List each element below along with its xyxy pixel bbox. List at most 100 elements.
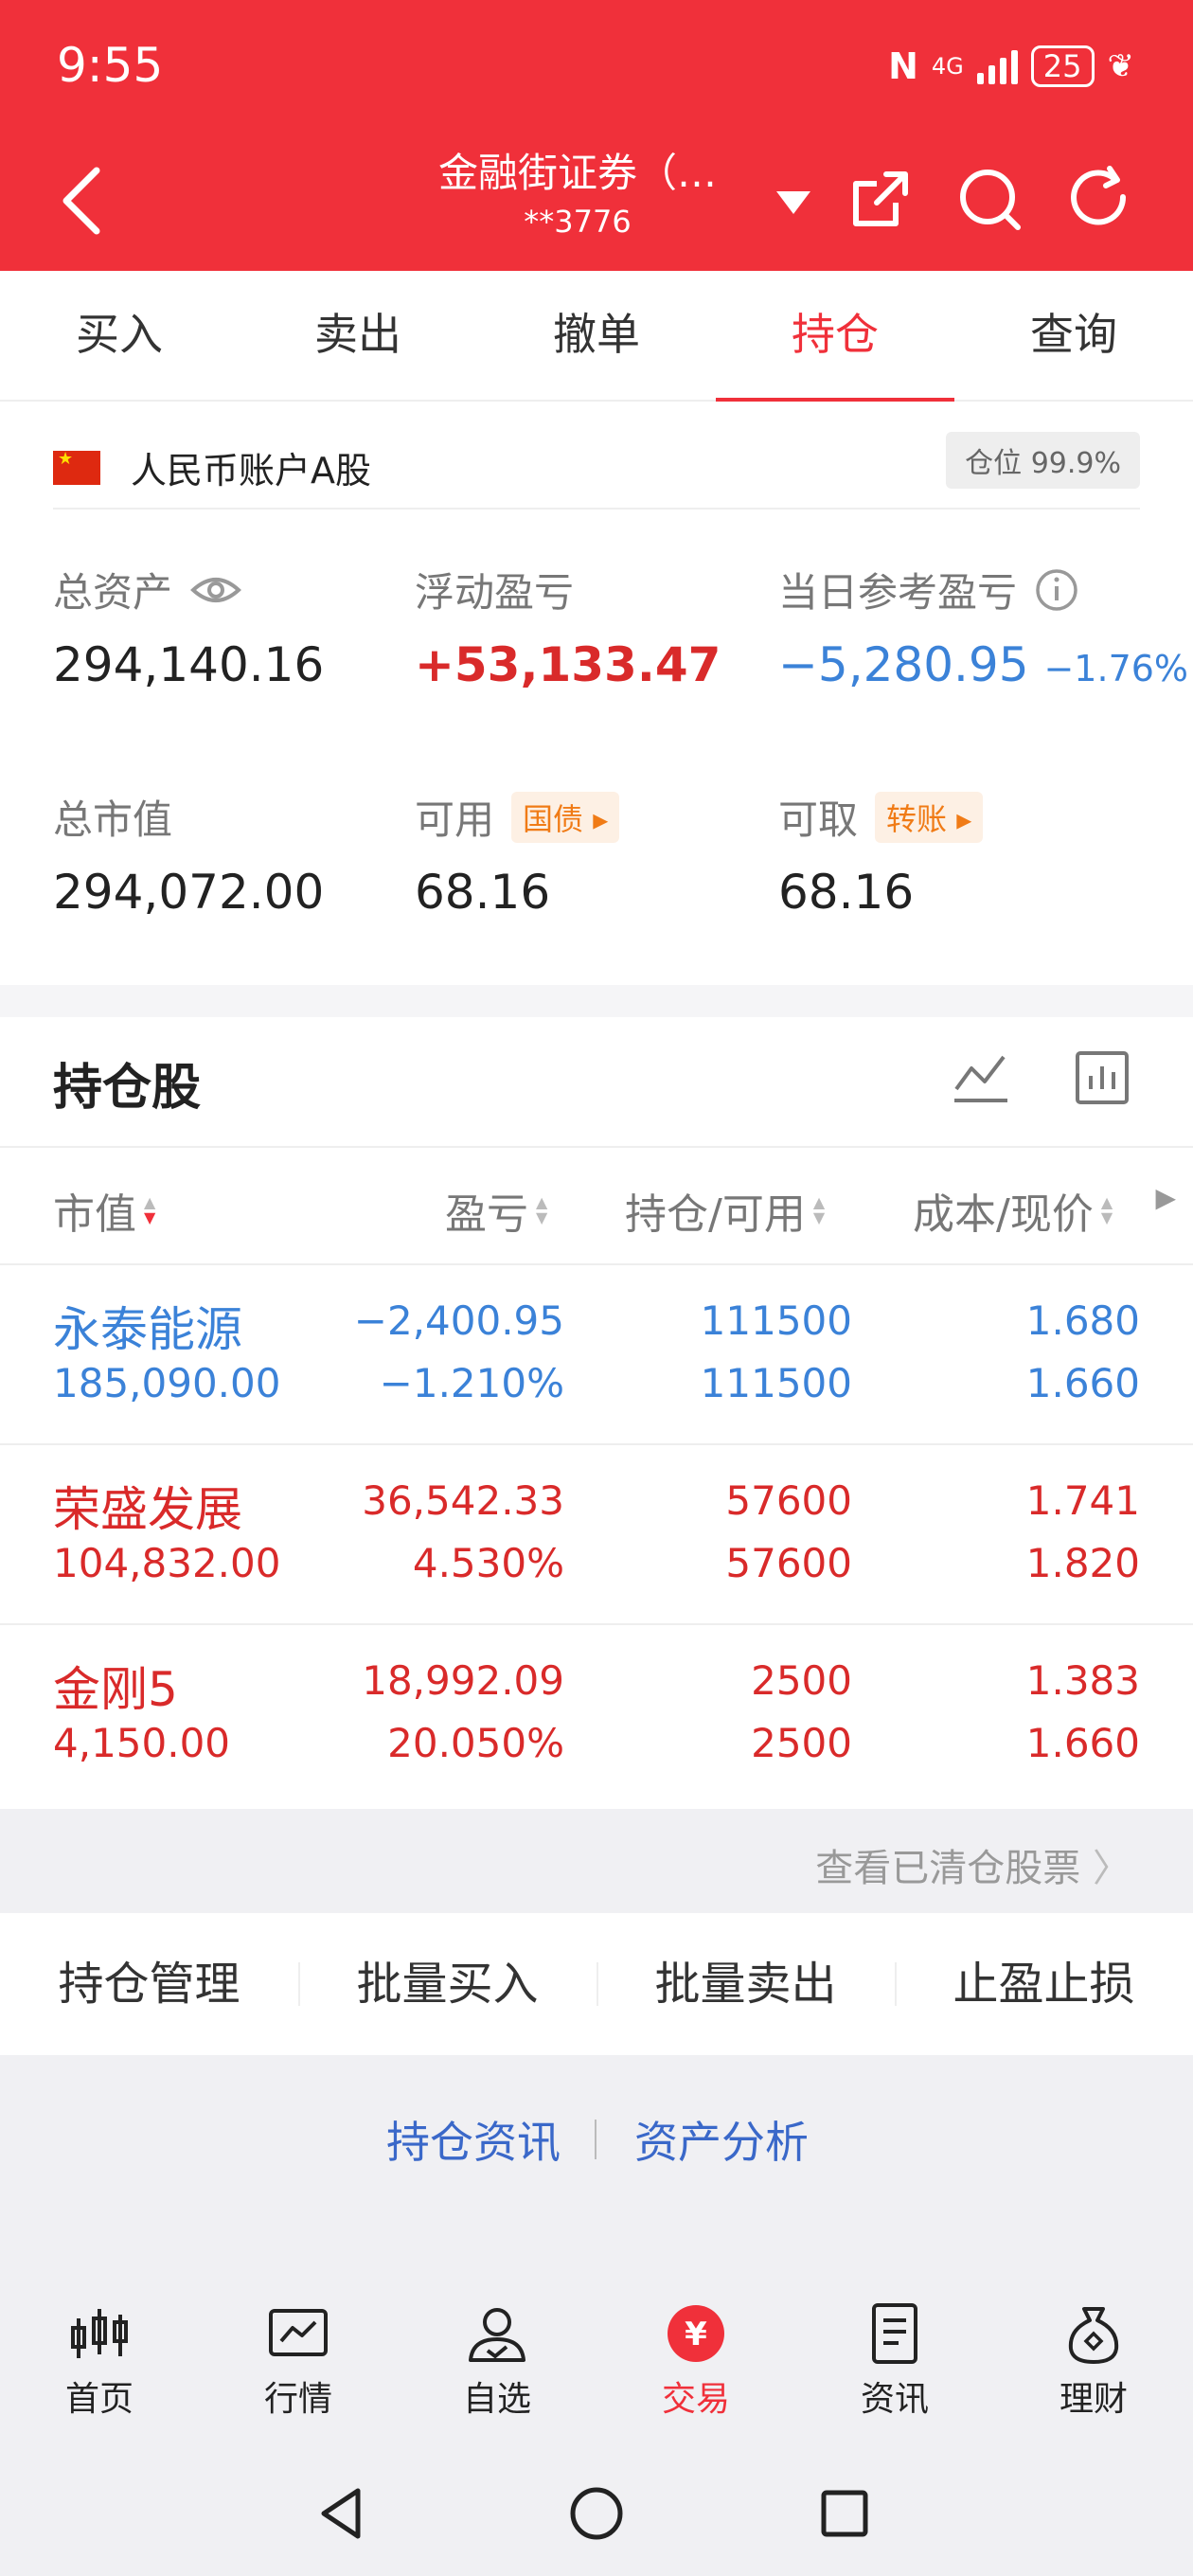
- system-recents-icon[interactable]: [812, 2481, 877, 2546]
- bottom-nav: 首页 行情 自选 ¥ 交易 资讯 理财: [0, 2292, 1193, 2453]
- title-bar: 金融街证券（… **3776: [0, 133, 1193, 271]
- trade-tabs: 买入 卖出 撤单 持仓 查询: [0, 271, 1193, 403]
- market-value-label: 总市值: [53, 796, 173, 843]
- document-icon: [872, 2303, 917, 2364]
- col-pl[interactable]: 盈亏 ▲ ▼: [445, 1180, 547, 1241]
- transfer-tag[interactable]: 转账 ▸: [875, 791, 984, 843]
- account-summary: 人民币账户A股 仓位 99.9% 总资产 294,140.16 浮动盈亏 +53…: [0, 402, 1193, 985]
- floating-pl-label: 浮动盈亏: [415, 569, 575, 616]
- treasury-bond-tag[interactable]: 国债 ▸: [511, 791, 620, 843]
- stock-market-value: 185,090.00: [53, 1360, 281, 1406]
- table-row[interactable]: 荣盛发展 104,832.00 36,542.33 4.530% 57600 5…: [0, 1445, 1193, 1625]
- stock-available: 2500: [751, 1720, 852, 1766]
- table-row[interactable]: 永泰能源 185,090.00 −2,400.95 −1.210% 111500…: [0, 1265, 1193, 1445]
- col-cost[interactable]: 成本/现价 ▲ ▼: [913, 1180, 1113, 1241]
- dropdown-triangle-icon[interactable]: [771, 178, 816, 224]
- signal-icon: [976, 48, 1018, 84]
- nav-watchlist[interactable]: 自选: [426, 2301, 568, 2421]
- system-home-icon[interactable]: [564, 2481, 629, 2546]
- tab-holdings[interactable]: 持仓: [716, 271, 954, 403]
- tab-sell[interactable]: 卖出: [239, 271, 477, 402]
- market-value: 总市值 294,072.00: [53, 788, 324, 920]
- account-name: 人民币账户A股: [131, 450, 371, 492]
- total-assets-value: 294,140.16: [53, 637, 325, 692]
- position-ratio-badge: 仓位 99.9%: [946, 432, 1140, 489]
- stock-position: 2500: [751, 1657, 852, 1704]
- nav-wealth[interactable]: 理财: [1023, 2301, 1165, 2421]
- broker-name: 金融街证券（…: [437, 150, 717, 196]
- stock-pl: 18,992.09: [362, 1657, 564, 1704]
- nfc-icon: N: [888, 45, 918, 87]
- sort-icon: ▲ ▼: [1100, 1193, 1113, 1226]
- scroll-right-icon[interactable]: ▶: [1155, 1182, 1176, 1213]
- table-row[interactable]: 金刚5 4,150.00 18,992.09 20.050% 2500 2500…: [0, 1625, 1193, 1805]
- china-flag-icon: [53, 449, 100, 485]
- broker-account-selector[interactable]: 金融街证券（… **3776: [341, 146, 814, 242]
- refresh-icon[interactable]: [1062, 161, 1138, 237]
- holding-news-link[interactable]: 持仓资讯: [386, 2108, 561, 2171]
- bar-chart-icon[interactable]: [1072, 1047, 1132, 1108]
- floating-pl: 浮动盈亏 +53,133.47: [415, 561, 721, 692]
- stock-market-value: 4,150.00: [53, 1720, 231, 1766]
- info-links: 持仓资讯 资产分析: [0, 2055, 1193, 2292]
- sort-icon: ▲ ▼: [812, 1193, 826, 1226]
- stock-pl-pct: 4.530%: [412, 1540, 564, 1586]
- sort-icon: ▲ ▼: [144, 1193, 156, 1226]
- back-arrow-icon[interactable]: [55, 163, 112, 239]
- stop-profit-loss-button[interactable]: 止盈止损: [895, 1913, 1193, 2055]
- stock-pl-pct: 20.050%: [387, 1720, 564, 1766]
- line-chart-icon[interactable]: [951, 1047, 1011, 1108]
- daily-pl-pct: −1.76%: [1043, 648, 1189, 689]
- available-label: 可用: [415, 796, 495, 843]
- batch-buy-button[interactable]: 批量买入: [298, 1913, 596, 2055]
- cleared-stocks-link[interactable]: 查看已清仓股票 〉: [815, 1837, 1131, 1892]
- nav-label: 理财: [1059, 2380, 1128, 2419]
- nav-label: 交易: [661, 2380, 730, 2419]
- nav-home[interactable]: 首页: [28, 2301, 170, 2421]
- floating-pl-value: +53,133.47: [415, 637, 721, 692]
- batch-sell-button[interactable]: 批量卖出: [596, 1913, 895, 2055]
- stock-market-value: 104,832.00: [53, 1540, 281, 1586]
- status-icons: N 4G 25 ❦: [888, 45, 1134, 87]
- tab-cancel[interactable]: 撤单: [477, 271, 716, 402]
- holding-actions: 持仓管理 批量买入 批量卖出 止盈止损: [0, 1913, 1193, 2055]
- eye-icon[interactable]: [189, 571, 242, 609]
- col-market-value[interactable]: 市值 ▲ ▼: [53, 1180, 155, 1241]
- divider: [595, 2120, 596, 2159]
- stock-pl-pct: −1.210%: [379, 1360, 564, 1406]
- app-header: 9:55 N 4G 25 ❦ 金融街证券（… **3776: [0, 0, 1193, 271]
- nav-label: 行情: [263, 2380, 332, 2419]
- leaf-icon: ❦: [1107, 47, 1135, 85]
- system-back-icon[interactable]: [312, 2481, 377, 2546]
- trend-chart-icon: [269, 2309, 328, 2356]
- sort-icon: ▲ ▼: [536, 1193, 548, 1226]
- stock-position: 57600: [725, 1477, 852, 1524]
- tab-query[interactable]: 查询: [954, 271, 1193, 402]
- battery-icon: 25: [1030, 45, 1095, 87]
- col-position[interactable]: 持仓/可用 ▲ ▼: [625, 1180, 825, 1241]
- nav-label: 自选: [462, 2380, 531, 2419]
- yuan-icon: ¥: [668, 2305, 724, 2362]
- nav-trade[interactable]: ¥ 交易: [625, 2301, 767, 2421]
- stock-name: 荣盛发展: [53, 1482, 242, 1537]
- svg-text:¥: ¥: [685, 2316, 707, 2353]
- account-row: 人民币账户A股 仓位 99.9%: [53, 430, 1140, 510]
- daily-pl: 当日参考盈亏 −5,280.95 −1.76%: [778, 561, 1188, 692]
- holdings-title: 持仓股: [53, 1060, 202, 1117]
- withdrawable-funds: 可取 转账 ▸ 68.16: [778, 788, 984, 920]
- holdings-header: 市值 ▲ ▼ 盈亏 ▲ ▼ 持仓/可用 ▲ ▼ 成本/现价 ▲ ▼ ▶: [0, 1146, 1193, 1265]
- market-value-value: 294,072.00: [53, 865, 325, 920]
- tab-buy[interactable]: 买入: [0, 271, 239, 402]
- stock-cost: 1.383: [1025, 1657, 1140, 1704]
- status-bar: 9:55 N 4G 25 ❦: [0, 0, 1193, 133]
- user-check-icon: [469, 2308, 525, 2362]
- position-management-button[interactable]: 持仓管理: [0, 1913, 298, 2055]
- nav-market[interactable]: 行情: [227, 2301, 369, 2421]
- share-icon[interactable]: [843, 161, 918, 237]
- info-icon[interactable]: [1034, 567, 1079, 613]
- nav-news[interactable]: 资讯: [824, 2301, 966, 2421]
- asset-analysis-link[interactable]: 资产分析: [634, 2108, 809, 2171]
- search-icon[interactable]: [952, 161, 1027, 237]
- stock-name: 金刚5: [53, 1662, 178, 1717]
- account-number: **3776: [524, 204, 632, 240]
